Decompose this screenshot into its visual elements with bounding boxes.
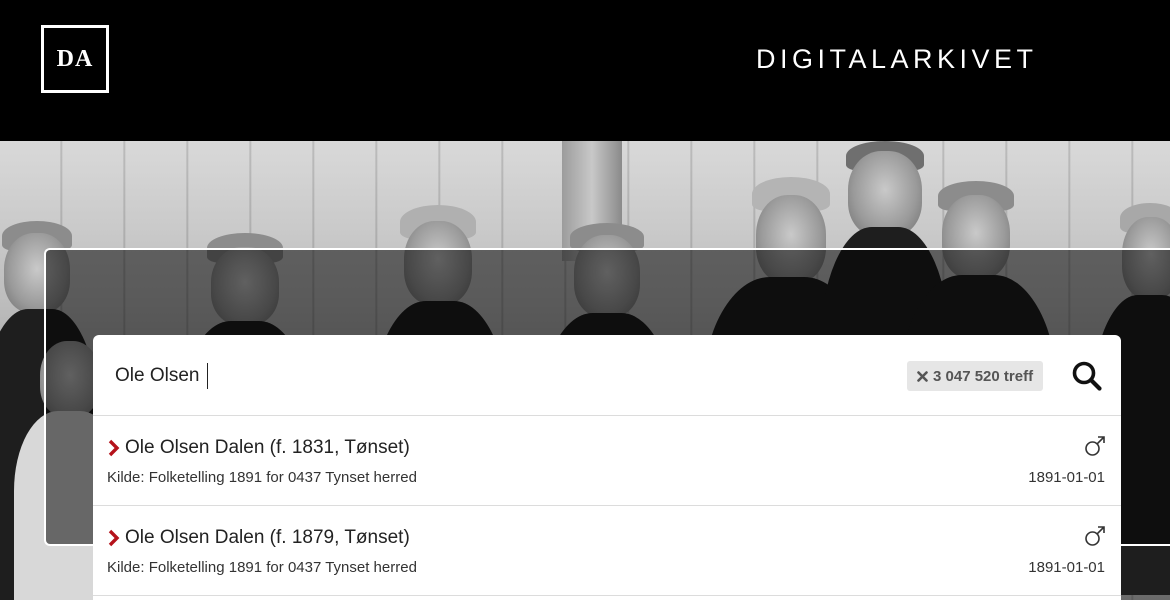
result-item[interactable]: Ole Olsen Dalen (f. 1831, Tønset) Kilde:… [93, 416, 1121, 506]
site-logo[interactable]: DA [41, 25, 109, 93]
result-name[interactable]: Ole Olsen Dalen (f. 1879, Tønset) [125, 527, 410, 549]
site-header: DA DIGITALARKIVET [0, 0, 1170, 141]
chevron-right-icon [108, 439, 120, 457]
result-date: 1891-01-01 [1028, 469, 1105, 486]
clear-search-button[interactable]: 3 047 520 treff [907, 361, 1044, 391]
male-icon [1085, 526, 1105, 546]
result-source: Kilde: Folketelling 1891 for 0437 Tynset… [107, 559, 417, 576]
search-icon[interactable] [1071, 360, 1103, 392]
result-source: Kilde: Folketelling 1891 for 0437 Tynset… [107, 469, 417, 486]
text-cursor [207, 363, 208, 389]
result-item[interactable]: Ole Olsen Dalen (f. 1879, Tønset) Kilde:… [93, 506, 1121, 596]
result-name[interactable]: Ole Olsen Dalen (f. 1831, Tønset) [125, 437, 410, 459]
result-date: 1891-01-01 [1028, 559, 1105, 576]
search-panel: 3 047 520 treff Ole Olsen Dalen (f. 1831… [93, 335, 1121, 600]
search-input[interactable] [115, 359, 815, 393]
site-title[interactable]: DIGITALARKIVET [756, 44, 1038, 75]
hit-count: 3 047 520 treff [933, 367, 1034, 385]
close-icon [917, 370, 928, 382]
search-bar: 3 047 520 treff [93, 335, 1121, 416]
chevron-right-icon [108, 529, 120, 547]
male-icon [1085, 436, 1105, 456]
